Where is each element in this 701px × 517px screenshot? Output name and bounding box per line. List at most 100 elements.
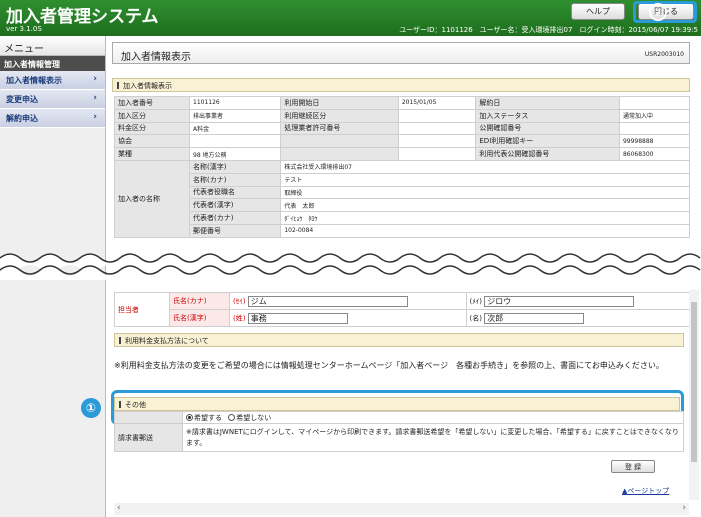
- field-value: 1101126: [188, 96, 282, 110]
- table-row: 協会 EDI利用確認キー 99998888: [114, 134, 691, 149]
- field-value: [397, 147, 477, 161]
- mei-kanji-prefix: (名): [469, 314, 482, 322]
- callout-one: ①: [81, 398, 101, 418]
- sidebar-item-label: 解約申込: [6, 114, 38, 123]
- table-row: 代表者役職名 取締役: [115, 185, 690, 200]
- help-button[interactable]: ヘルプ: [571, 3, 625, 20]
- sei-kana-input[interactable]: ジム: [247, 295, 408, 307]
- field-value: [188, 134, 282, 149]
- field-label: 公開確認番号: [475, 121, 620, 136]
- field-label: EDI利用確認キー: [475, 134, 620, 149]
- field-value: テスト: [280, 172, 690, 187]
- field-label: 利用継続区分: [280, 108, 399, 123]
- field-label: 加入者番号: [114, 96, 190, 110]
- mail-note: ※請求書はJWNETにログインして、マイページから印刷できます。請求書郵送希望を…: [182, 423, 684, 452]
- app-header: 加入者管理システム ver 3.1.0S ヘルプ 閉じる ② ユーザーID：11…: [0, 0, 701, 36]
- field-label: 利用代表公開確認番号: [475, 147, 620, 161]
- field-label: 名称(漢字): [188, 159, 282, 174]
- table-row: 代表者(漢字) 代表 太郎: [115, 198, 690, 213]
- horizontal-scrollbar[interactable]: ‹ ›: [114, 503, 689, 515]
- field-label: 協会: [114, 134, 190, 149]
- table-row: 代表者(カナ) ﾀﾞｲﾋｮｳ ﾀﾛｳ: [115, 211, 690, 225]
- sidebar-item-view[interactable]: 加入者情報表示 ›: [0, 71, 105, 90]
- radio-no[interactable]: [228, 414, 236, 421]
- field-label: 郵便番号: [188, 223, 282, 238]
- field-value: 代表 太郎: [280, 198, 690, 213]
- radio-yes[interactable]: [186, 414, 193, 421]
- sidebar-item-cancel[interactable]: 解約申込 ›: [0, 109, 105, 128]
- section-header-payment: 利用料金支払方法について: [114, 333, 684, 347]
- sei-kanji-prefix: (姓): [233, 314, 246, 322]
- field-value: [397, 121, 477, 136]
- subscriber-info-table: 加入者番号 1101126 利用開始日 2015/01/05 解約日 加入区分 排出事業者利…: [114, 96, 691, 238]
- field-value: 86068300: [618, 147, 691, 161]
- sidebar-header: メニュー: [0, 36, 105, 56]
- mei-kanji-input[interactable]: 次郎: [484, 312, 585, 324]
- chevron-right-icon: ›: [93, 93, 97, 103]
- radio-yes-label: 希望する: [194, 413, 222, 422]
- field-label: 解約日: [475, 96, 620, 110]
- screen-id: USR2003010: [644, 51, 684, 58]
- sei-kanji-input[interactable]: 事務: [247, 312, 348, 324]
- field-value: 102-0084: [280, 223, 690, 238]
- section-header-info: 加入者情報表示: [112, 78, 690, 92]
- field-label: 加入区分: [114, 108, 190, 123]
- name-block-label: 加入者の名称: [114, 159, 190, 238]
- table-row: 業種 98 地方公務 利用代表公開確認番号 86068300: [114, 147, 691, 161]
- kanji-name-label: 氏名(漢字): [169, 309, 230, 327]
- table-row: 料金区分 A料金 処理業者許可番号 公開確認番号: [114, 121, 691, 136]
- field-label: 名称(カナ): [188, 172, 282, 187]
- field-value: 株式会社受入環境排出07: [280, 159, 690, 174]
- sidebar-item-label: 変更申込: [6, 95, 38, 104]
- table-row: 名称(カナ) テスト: [115, 172, 690, 187]
- table-row: 加入区分 排出事業者 利用継続区分 加入ステータス 通常加入中: [114, 108, 691, 123]
- field-value: 2015/01/05: [397, 96, 477, 110]
- user-info: ユーザーID：1101126 ユーザー名：受入環境排出07 ログイン時刻：201…: [399, 26, 698, 34]
- scroll-thumb[interactable]: [691, 302, 697, 462]
- field-value: [397, 108, 477, 123]
- mail-label: 請求書郵送: [114, 423, 183, 452]
- page-top-link[interactable]: ▲ページトップ: [622, 486, 669, 496]
- table-row: 加入者番号 1101126 利用開始日 2015/01/05 解約日: [114, 96, 691, 110]
- field-value: A料金: [188, 121, 282, 136]
- kana-name-label: 氏名(カナ): [169, 292, 230, 310]
- vertical-scrollbar[interactable]: [689, 290, 699, 500]
- field-label: 代表者(カナ): [188, 211, 282, 225]
- callout-two: ②: [649, 3, 667, 21]
- field-label: 加入ステータス: [475, 108, 620, 123]
- chevron-right-icon: ›: [93, 74, 97, 84]
- mei-kana-input[interactable]: ジロウ: [484, 295, 635, 307]
- table-row: 加入者の名称 名称(漢字) 株式会社受入環境排出07: [114, 159, 690, 238]
- sidebar-section-title: 加入者情報管理: [0, 56, 105, 71]
- scroll-left-icon[interactable]: ‹: [117, 503, 121, 513]
- field-label: 利用開始日: [280, 96, 399, 110]
- field-label: 料金区分: [114, 121, 190, 136]
- field-label: 業種: [114, 147, 190, 161]
- field-value: ﾀﾞｲﾋｮｳ ﾀﾛｳ: [280, 211, 690, 225]
- field-value: [618, 96, 691, 110]
- field-label: 代表者(漢字): [188, 198, 282, 213]
- field-value: [618, 121, 691, 136]
- field-value: 取締役: [280, 185, 690, 200]
- field-label: 処理業者許可番号: [280, 121, 399, 136]
- field-label: 代表者役職名: [188, 185, 282, 200]
- page-break-wave: [0, 253, 701, 280]
- page-title-bar: 加入者情報表示 USR2003010: [112, 42, 690, 64]
- radio-no-label: 希望しない: [236, 413, 272, 422]
- table-row: 郵便番号 102-0084: [115, 223, 690, 238]
- field-value: 排出事業者: [188, 108, 282, 123]
- mei-kana-prefix: (ﾒｲ): [469, 297, 482, 305]
- scroll-right-icon[interactable]: ›: [682, 503, 686, 513]
- sidebar-item-label: 加入者情報表示: [6, 76, 62, 85]
- field-label: [280, 134, 399, 149]
- chevron-right-icon: ›: [93, 112, 97, 122]
- field-value: 99998888: [618, 134, 691, 149]
- register-button[interactable]: 登 録: [611, 460, 655, 473]
- sidebar-item-change[interactable]: 変更申込 ›: [0, 90, 105, 109]
- payment-note: ※利用料金支払方法の変更をご希望の場合には情報処理センターホームページ「加入者ペ…: [114, 361, 664, 370]
- page-title: 加入者情報表示: [121, 52, 191, 63]
- field-value: 98 地方公務: [188, 147, 282, 161]
- other-table: 希望する 希望しない 請求書郵送 ※請求書はJWNETにログインして、マイページ…: [114, 411, 684, 452]
- app-version: ver 3.1.0S: [6, 25, 42, 33]
- sei-kana-prefix: (ｾｲ): [233, 297, 246, 305]
